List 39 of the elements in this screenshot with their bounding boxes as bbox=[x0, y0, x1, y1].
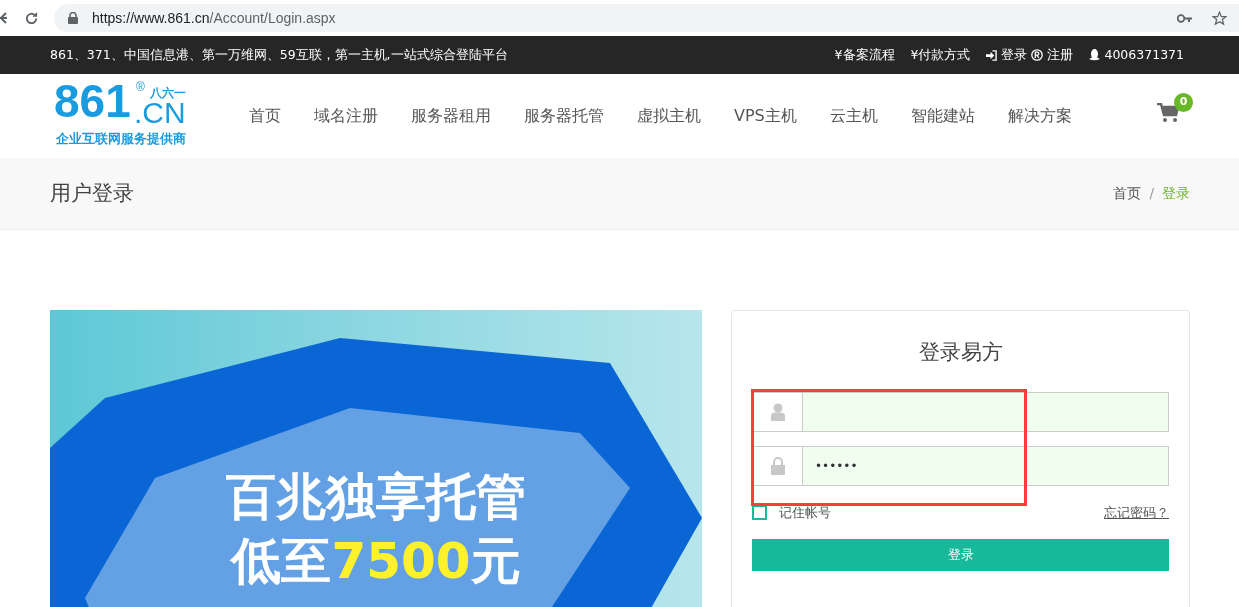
star-icon[interactable] bbox=[1212, 10, 1227, 26]
registered-icon bbox=[1031, 49, 1044, 61]
breadcrumb-link[interactable]: 首页 bbox=[1113, 183, 1142, 204]
nav-link[interactable]: 服务器租用 bbox=[411, 104, 491, 128]
address-bar[interactable]: https://www.861.cn/Account/Login.aspx bbox=[54, 4, 1239, 32]
sign-in-icon bbox=[986, 49, 998, 61]
nav-link[interactable]: 虚拟主机 bbox=[637, 104, 701, 128]
nav-link[interactable]: 智能建站 bbox=[910, 104, 975, 128]
login-title: 登录易方 bbox=[917, 339, 1004, 366]
page-title: 用户登录 bbox=[50, 179, 134, 207]
top-bar-link[interactable]: 4006371371 bbox=[1104, 45, 1184, 65]
reload-icon[interactable] bbox=[24, 10, 39, 26]
remember-label: 记住帐号 bbox=[779, 503, 831, 522]
url-text: https://www.861.cn/Account/Login.aspx bbox=[92, 8, 336, 28]
back-arrow-icon[interactable] bbox=[0, 11, 8, 25]
breadcrumb-separator: / bbox=[1149, 184, 1154, 204]
nav-link[interactable]: 域名注册 bbox=[314, 104, 378, 128]
key-icon[interactable] bbox=[1177, 13, 1192, 23]
nav-link[interactable]: 首页 bbox=[249, 104, 281, 128]
slogan-text: 861、371、中国信息港、第一万维网、59互联，第一主机,一站式综合登陆平台 bbox=[50, 45, 508, 64]
forgot-password-link[interactable]: 忘记密码？ bbox=[1104, 502, 1169, 522]
banner-price-text: 低至7500元 bbox=[231, 531, 521, 592]
password-field[interactable]: •••••• bbox=[752, 445, 1169, 486]
banner-headline: 百兆独享托管 bbox=[226, 467, 526, 528]
nav-link[interactable]: 云主机 bbox=[829, 104, 878, 128]
top-bar-link[interactable]: 登录 bbox=[1001, 45, 1028, 65]
nav-link[interactable]: 服务器托管 bbox=[524, 104, 604, 128]
user-icon bbox=[770, 402, 785, 421]
cart-icon[interactable] bbox=[1157, 103, 1179, 123]
nav-link[interactable]: VPS主机 bbox=[734, 104, 797, 128]
top-bar-link[interactable]: 注册 bbox=[1047, 45, 1074, 65]
lock-icon bbox=[68, 12, 78, 24]
cart-count-badge: 0 bbox=[1174, 93, 1193, 112]
nav-link[interactable]: 解决方案 bbox=[1007, 104, 1072, 128]
top-bar-link[interactable]: ¥备案流程 bbox=[834, 45, 895, 65]
penguin-icon bbox=[1089, 49, 1101, 61]
lock-icon bbox=[770, 456, 785, 475]
username-field[interactable] bbox=[752, 391, 1169, 432]
top-bar-link[interactable]: ¥付款方式 bbox=[910, 45, 971, 65]
